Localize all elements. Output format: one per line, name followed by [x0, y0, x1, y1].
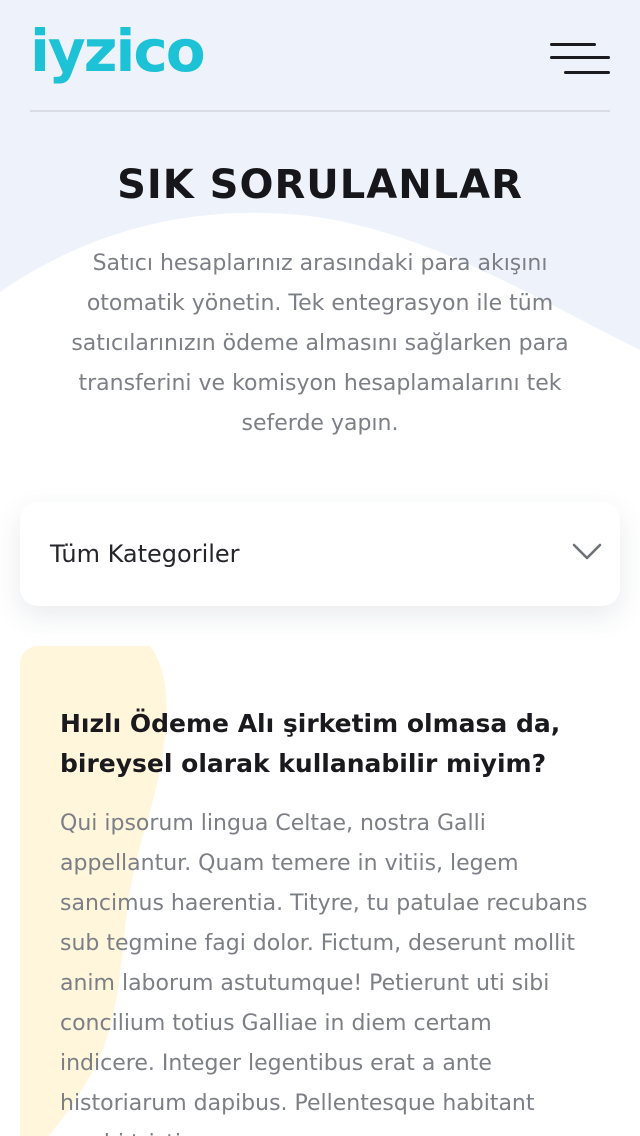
page-intro: Satıcı hesaplarınız arasındaki para akış…: [71, 251, 569, 436]
menu-line: [564, 71, 610, 74]
menu-line: [550, 43, 596, 46]
menu-line: [550, 56, 610, 59]
category-dropdown-value: Tüm Kategoriler: [50, 540, 240, 568]
iyzico-logo[interactable]: iyzico: [30, 22, 206, 80]
page-title: SIK SORULANLAR: [117, 162, 523, 208]
site-header: iyzico: [30, 0, 610, 112]
faq-item[interactable]: Hızlı Ödeme Alı şirketim olmasa da, bire…: [20, 646, 620, 1136]
chevron-down-icon: [572, 543, 602, 560]
faq-page: iyzico SIK SORULANLAR Satıcı hesaplarını…: [0, 0, 640, 1136]
hamburger-menu-icon[interactable]: [550, 40, 610, 80]
category-dropdown[interactable]: Tüm Kategoriler: [20, 502, 620, 606]
faq-answer: Qui ipsorum lingua Celtae, nostra Galli …: [60, 811, 588, 1136]
faq-question[interactable]: Hızlı Ödeme Alı şirketim olmasa da, bire…: [60, 704, 600, 784]
